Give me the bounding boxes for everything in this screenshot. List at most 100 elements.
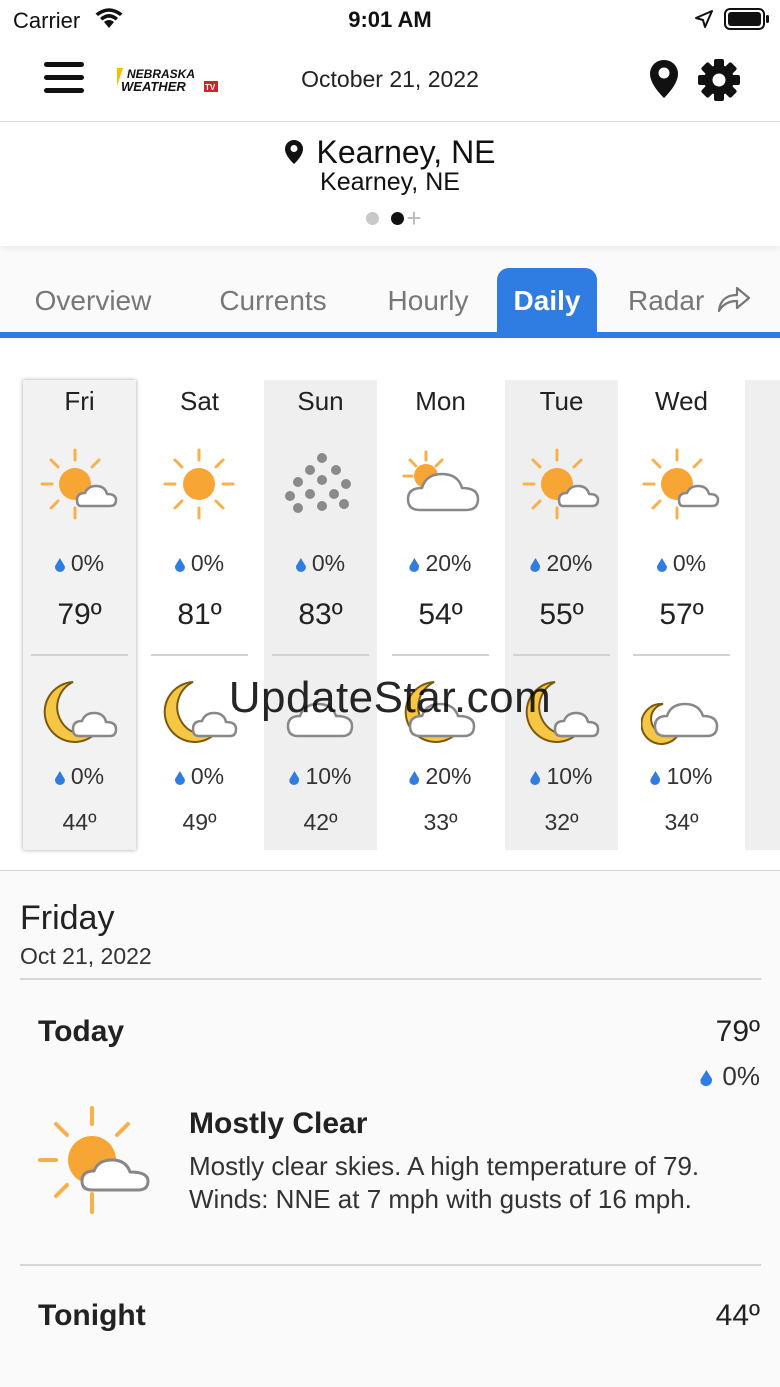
- raindrop-icon: [409, 558, 420, 572]
- tab-daily[interactable]: Daily: [497, 268, 597, 333]
- day-detail-panel: Friday Oct 21, 2022 Today 79º 0% Mostly …: [0, 871, 780, 1387]
- day-name: Tue: [539, 386, 584, 416]
- app-header: NEBRASKA WEATHER TV October 21, 2022: [0, 40, 780, 122]
- moon-cloud-icon: [404, 681, 476, 743]
- day-low: 42º: [303, 809, 338, 835]
- day-low: 32º: [544, 809, 579, 835]
- today-label: Today: [38, 1015, 125, 1048]
- raindrop-icon: [700, 1070, 713, 1086]
- divider: [20, 1264, 761, 1266]
- raindrop-icon: [530, 558, 541, 572]
- day-column-sat[interactable]: Sat 0% 81º 0% 49º: [143, 380, 256, 850]
- night-precip: 20%: [384, 763, 497, 790]
- location-subtitle: Kearney, NE: [320, 168, 460, 196]
- night-precip: 10%: [505, 763, 618, 790]
- page-indicator[interactable]: +: [0, 205, 780, 231]
- divider: [31, 654, 128, 656]
- day-low: 49º: [182, 809, 217, 835]
- condition-title: Mostly Clear: [189, 1107, 368, 1140]
- partly-sunny-icon: [642, 448, 720, 520]
- day-column-tue[interactable]: Tue 20% 55º 10% 32º: [505, 380, 618, 850]
- page-dot[interactable]: [366, 212, 380, 226]
- day-column-mon[interactable]: Mon 20% 54º 20% 33º: [384, 380, 497, 850]
- add-location-plus-icon[interactable]: +: [406, 205, 421, 231]
- day-precip: 0%: [625, 550, 738, 577]
- raindrop-icon: [650, 771, 661, 785]
- battery-icon: [724, 8, 769, 30]
- tab-hourly[interactable]: Hourly: [372, 268, 484, 333]
- day-high: 54º: [418, 598, 463, 631]
- raindrop-icon: [174, 558, 185, 572]
- day-name: Sat: [179, 386, 220, 416]
- raindrop-icon: [289, 771, 300, 785]
- location-title-row: Kearney, NE: [0, 134, 780, 171]
- moon-cloud-icon: [641, 702, 719, 745]
- svg-text:WEATHER: WEATHER: [121, 79, 186, 94]
- divider: [272, 654, 369, 656]
- divider: [20, 978, 761, 980]
- day-name: Sun: [297, 386, 344, 416]
- location-header: Kearney, NE Kearney, NE +: [0, 122, 780, 246]
- menu-bar: [44, 88, 84, 93]
- location-pin-icon: [285, 140, 304, 164]
- gear-icon[interactable]: [697, 58, 741, 102]
- map-pin-icon[interactable]: [648, 58, 680, 100]
- day-precip: 0%: [264, 550, 377, 577]
- tab-overview[interactable]: Overview: [18, 268, 168, 333]
- page-dot-active[interactable]: [391, 212, 405, 226]
- tab-underline: [0, 332, 780, 338]
- detail-day-name: Friday: [20, 899, 115, 937]
- raindrop-icon: [295, 558, 306, 572]
- day-low: 34º: [664, 809, 699, 835]
- day-precip: 20%: [505, 550, 618, 577]
- tonight-low: 44º: [715, 1299, 760, 1332]
- share-arrow-icon: [717, 286, 751, 313]
- partly-sunny-icon: [40, 448, 118, 520]
- tab-currents[interactable]: Currents: [198, 268, 348, 333]
- day-high: 57º: [659, 598, 704, 631]
- header-date: October 21, 2022: [301, 66, 479, 92]
- today-precip: 0%: [700, 1061, 760, 1092]
- night-precip: 0%: [143, 763, 256, 790]
- raindrop-icon: [54, 771, 65, 785]
- day-column-fri[interactable]: Fri 0% 79º 0% 44º: [23, 380, 136, 850]
- day-low: 44º: [62, 809, 97, 835]
- moon-cloud-icon: [163, 681, 238, 743]
- night-precip: 10%: [625, 763, 738, 790]
- sun-icon: [163, 448, 235, 520]
- day-column-wed[interactable]: Wed 0% 57º 10% 34º: [625, 380, 738, 850]
- day-name: Mon: [415, 386, 466, 416]
- status-bar: Carrier 9:01 AM: [0, 0, 780, 40]
- day-precip: 0%: [23, 550, 136, 577]
- menu-bar: [44, 75, 84, 80]
- night-precip: 10%: [264, 763, 377, 790]
- daily-forecast-strip: Fri 0% 79º 0% 44º Sat 0% 81º 0% 49º Sun …: [0, 340, 780, 870]
- raindrop-icon: [530, 771, 541, 785]
- day-high: 55º: [539, 598, 584, 631]
- day-column-partial[interactable]: [745, 380, 780, 850]
- tab-radar-label: Radar: [628, 285, 705, 316]
- hail-dots-icon: [285, 453, 351, 513]
- raindrop-icon: [409, 771, 420, 785]
- tonight-label: Tonight: [38, 1299, 146, 1332]
- day-high: 79º: [57, 598, 102, 631]
- raindrop-icon: [54, 558, 65, 572]
- tab-bar: Overview Currents Hourly Daily Radar: [0, 268, 780, 339]
- raindrop-icon: [174, 771, 185, 785]
- condition-description: Mostly clear skies. A high temperature o…: [189, 1151, 700, 1214]
- day-low: 33º: [423, 809, 458, 835]
- divider: [151, 654, 248, 656]
- day-precip: 0%: [143, 550, 256, 577]
- moon-cloud-icon: [43, 681, 118, 743]
- divider: [392, 654, 489, 656]
- status-time: 9:01 AM: [348, 7, 432, 32]
- hamburger-menu-button[interactable]: [44, 62, 84, 96]
- menu-bar: [44, 62, 84, 67]
- tab-radar[interactable]: Radar: [618, 268, 758, 333]
- day-high: 81º: [177, 598, 222, 631]
- mostly-cloudy-sun-icon: [402, 450, 480, 512]
- today-high: 79º: [715, 1015, 760, 1048]
- cloud-icon: [286, 702, 354, 738]
- night-precip: 0%: [23, 763, 136, 790]
- day-column-sun[interactable]: Sun 0% 83º 10% 42º: [264, 380, 377, 850]
